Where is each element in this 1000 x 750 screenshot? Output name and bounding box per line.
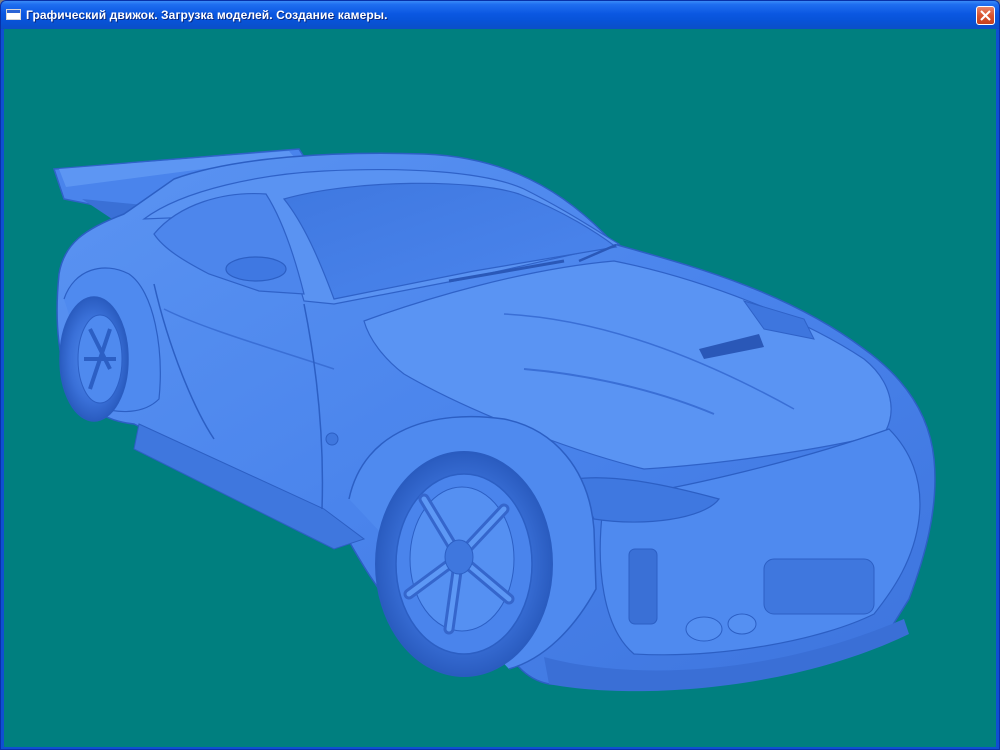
front-wheel <box>375 451 553 677</box>
fog-light <box>685 616 723 642</box>
title-bar[interactable]: Графический движок. Загрузка моделей. Со… <box>1 1 999 29</box>
window-icon[interactable] <box>6 9 21 20</box>
window-title: Графический движок. Загрузка моделей. Со… <box>26 8 388 22</box>
close-x-icon <box>980 10 991 21</box>
bumper-intake-center <box>763 558 875 615</box>
fuel-cap <box>325 432 339 446</box>
close-button[interactable] <box>976 6 995 25</box>
bumper-intake-left <box>628 548 658 625</box>
app-window: Графический движок. Загрузка моделей. Со… <box>0 0 1000 750</box>
car-model-render <box>52 148 936 692</box>
side-mirror <box>225 256 287 282</box>
render-viewport[interactable] <box>4 29 996 747</box>
rear-wheel <box>59 296 129 422</box>
